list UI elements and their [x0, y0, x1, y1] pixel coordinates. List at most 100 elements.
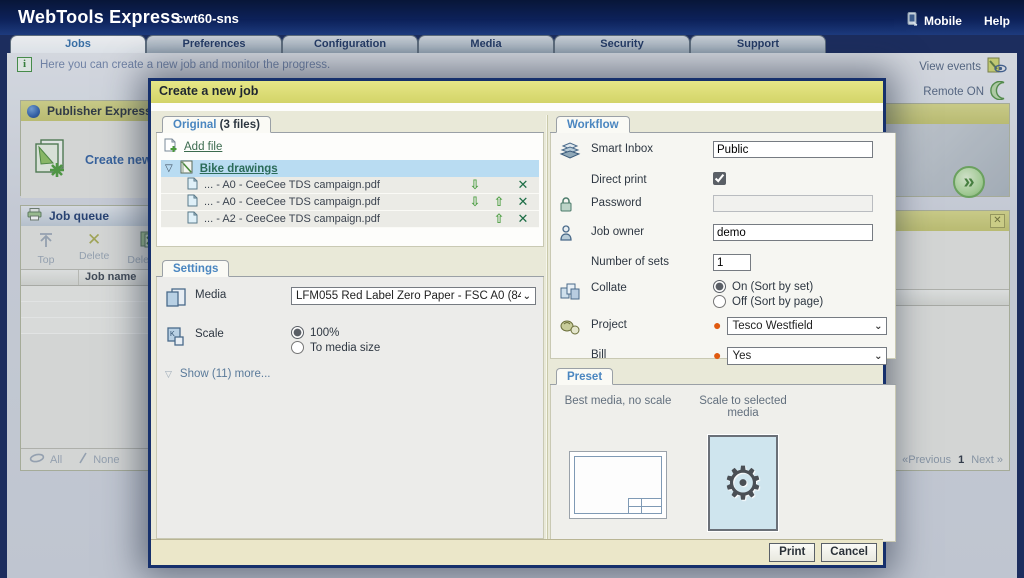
mobile-label: Mobile: [924, 14, 962, 28]
file-name: ... - A0 - CeeCee TDS campaign.pdf: [198, 179, 463, 191]
preset-best-media-thumbnail[interactable]: [569, 451, 667, 519]
job-owner-input[interactable]: [713, 224, 873, 241]
move-up-icon[interactable]: ⇧: [494, 194, 505, 209]
number-of-sets-label: Number of sets: [591, 254, 713, 268]
dialog-footer: Print Cancel: [151, 539, 883, 565]
direct-print-checkbox[interactable]: [713, 172, 726, 185]
collate-icon: [559, 280, 591, 304]
device-name: cwt60-sns: [176, 11, 239, 26]
file-row[interactable]: ... - A0 - CeeCee TDS campaign.pdf ⇩ ⇧ ✕: [161, 194, 539, 211]
smart-inbox-icon: [559, 141, 591, 163]
original-tab-label: Original: [173, 119, 216, 131]
preset-best-media-label: Best media, no scale: [565, 395, 672, 429]
move-up-icon[interactable]: ⇧: [494, 211, 505, 226]
folder-row[interactable]: ▽ Bike drawings: [161, 160, 539, 177]
workflow-tab[interactable]: Workflow: [556, 116, 630, 133]
original-section-header: Original (3 files): [156, 115, 544, 133]
preset-tab[interactable]: Preset: [556, 368, 613, 385]
webtools-express-page: WebTools Express cwt60-sns Mobile Help J…: [0, 0, 1024, 578]
scale-to-media-option[interactable]: To media size: [291, 341, 380, 354]
preset-area: Best media, no scale Scale to selected m…: [550, 385, 896, 542]
add-file-icon: [163, 138, 178, 156]
dialog-title-strip: [151, 103, 883, 111]
smart-inbox-label: Smart Inbox: [591, 141, 713, 155]
show-more-label: Show (11) more...: [180, 368, 271, 380]
collate-off-radio[interactable]: [713, 295, 726, 308]
file-name: ... - A0 - CeeCee TDS campaign.pdf: [198, 196, 463, 208]
remove-file-icon[interactable]: ✕: [518, 177, 529, 192]
preset-scale-thumbnail[interactable]: ⚙: [708, 435, 778, 531]
remove-file-icon[interactable]: ✕: [518, 194, 529, 209]
top-bar: WebTools Express cwt60-sns Mobile Help: [0, 0, 1024, 35]
preset-scale-label: Scale to selected media: [695, 395, 791, 429]
scale-100-radio[interactable]: [291, 326, 304, 339]
media-icon: [165, 287, 195, 312]
dropdown-chevron-icon: ⌄: [872, 321, 884, 332]
add-file-button[interactable]: Add file: [161, 136, 539, 160]
remove-file-icon[interactable]: ✕: [518, 211, 529, 226]
mobile-phone-icon: [906, 12, 919, 30]
preset-scale-option[interactable]: Scale to selected media ⚙: [695, 395, 791, 531]
preset-section-header: Preset: [550, 367, 896, 385]
password-label: Password: [591, 195, 713, 209]
file-page-icon: [187, 177, 198, 193]
app-title: WebTools Express: [18, 7, 181, 28]
job-owner-person-icon: [559, 224, 591, 245]
media-label: Media: [195, 287, 291, 301]
job-owner-label: Job owner: [591, 224, 713, 238]
collate-off-option[interactable]: Off (Sort by page): [713, 295, 823, 308]
cancel-button[interactable]: Cancel: [821, 543, 877, 562]
settings-section-header: Settings: [156, 259, 544, 277]
preset-tab-label: Preset: [567, 371, 602, 383]
preset-best-media-option[interactable]: Best media, no scale: [559, 395, 677, 531]
project-selected-value: Tesco Westfield: [732, 320, 872, 332]
dropdown-chevron-icon: ⌄: [521, 291, 533, 302]
scale-100-option[interactable]: 100%: [291, 326, 380, 339]
required-indicator: ●: [713, 317, 721, 331]
password-input: [713, 195, 873, 212]
scale-to-media-label: To media size: [310, 342, 380, 354]
move-down-icon[interactable]: ⇩: [470, 194, 481, 209]
workflow-section-header: Workflow: [550, 115, 896, 133]
mobile-link[interactable]: Mobile: [906, 12, 962, 30]
settings-area: Media LFM055 Red Label Zero Paper - FSC …: [156, 277, 544, 539]
file-name: ... - A2 - CeeCee TDS campaign.pdf: [198, 213, 463, 225]
collate-on-label: On (Sort by set): [732, 281, 813, 293]
move-down-icon[interactable]: ⇩: [470, 177, 481, 192]
settings-tab[interactable]: Settings: [162, 260, 229, 277]
print-button[interactable]: Print: [769, 543, 815, 562]
number-of-sets-input[interactable]: [713, 254, 751, 271]
help-label: Help: [984, 14, 1010, 28]
create-job-dialog: Create a new job Original (3 files) Ad: [148, 78, 886, 568]
gear-image: ⚙: [722, 456, 763, 510]
media-selected-value: LFM055 Red Label Zero Paper - FSC A0 (84…: [296, 290, 521, 302]
collate-off-label: Off (Sort by page): [732, 296, 823, 308]
original-tab[interactable]: Original (3 files): [162, 116, 271, 133]
project-select[interactable]: Tesco Westfield ⌄: [727, 317, 887, 335]
smart-inbox-input[interactable]: [713, 141, 873, 158]
help-link[interactable]: Help: [984, 14, 1010, 28]
project-label: Project: [591, 317, 713, 331]
folder-name-link[interactable]: Bike drawings: [200, 163, 278, 175]
workflow-tab-label: Workflow: [567, 119, 619, 131]
workflow-area: Smart Inbox Direct print Password: [550, 133, 896, 359]
collate-on-radio[interactable]: [713, 280, 726, 293]
original-file-area: Add file ▽ Bike drawings ... - A0 - CeeC…: [156, 133, 544, 247]
media-select[interactable]: LFM055 Red Label Zero Paper - FSC A0 (84…: [291, 287, 536, 305]
password-lock-icon: [559, 195, 591, 215]
scale-to-media-radio[interactable]: [291, 341, 304, 354]
collapse-triangle-icon[interactable]: ▽: [165, 163, 173, 174]
file-page-icon: [187, 194, 198, 210]
collate-on-option[interactable]: On (Sort by set): [713, 280, 823, 293]
settings-tab-label: Settings: [173, 263, 218, 275]
collate-label: Collate: [591, 280, 713, 294]
direct-print-label: Direct print: [591, 172, 713, 186]
scale-label: Scale: [195, 326, 291, 340]
scale-icon: K: [165, 326, 195, 351]
file-row[interactable]: ... - A2 - CeeCee TDS campaign.pdf ⇧ ✕: [161, 211, 539, 228]
file-row[interactable]: ... - A0 - CeeCee TDS campaign.pdf ⇩ ✕: [161, 177, 539, 194]
file-page-icon: [187, 211, 198, 227]
show-more-link[interactable]: ▽ Show (11) more...: [165, 368, 535, 380]
dialog-title: Create a new job: [151, 81, 883, 103]
expand-triangle-icon: ▽: [165, 369, 172, 380]
